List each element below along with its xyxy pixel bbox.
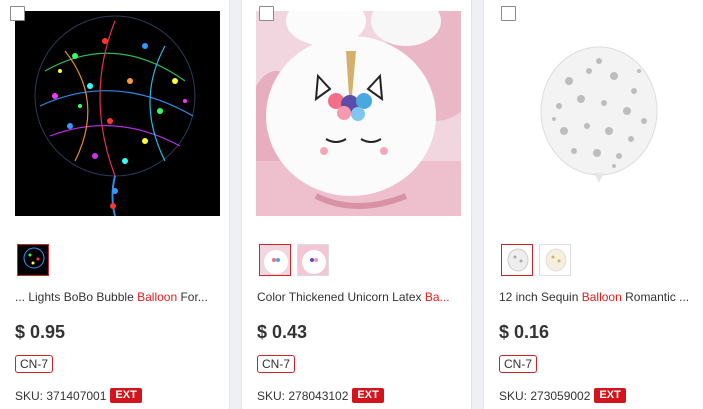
product-price: $ 0.16 [499, 322, 550, 342]
swatch-thumbnail[interactable] [297, 244, 329, 276]
select-checkbox[interactable] [259, 6, 274, 21]
product-price: $ 0.95 [15, 322, 66, 342]
select-checkbox[interactable] [501, 6, 516, 21]
color-swatches [17, 244, 49, 276]
swatch-thumbnail[interactable] [539, 244, 571, 276]
product-image[interactable] [256, 11, 461, 216]
ext-badge[interactable]: EXT [352, 388, 384, 403]
product-card[interactable]: 12 inch Sequin Balloon Romantic ... $ 0.… [483, 0, 703, 409]
product-title[interactable]: ... Lights BoBo Bubble Balloon For... [15, 290, 223, 305]
sku-row: SKU: 273059002 EXT [499, 388, 626, 403]
product-card[interactable]: ... Lights BoBo Bubble Balloon For... $ … [0, 0, 230, 409]
product-grid: ... Lights BoBo Bubble Balloon For... $ … [0, 0, 703, 409]
warehouse-badge: CN-7 [15, 355, 54, 373]
product-image[interactable] [15, 11, 220, 216]
product-image[interactable] [499, 11, 703, 216]
product-price: $ 0.43 [257, 322, 308, 342]
sku-text: SKU: 371407001 [15, 388, 107, 403]
ext-badge[interactable]: EXT [594, 388, 626, 403]
sku-text: SKU: 278043102 [257, 388, 349, 403]
sku-row: SKU: 278043102 EXT [257, 388, 384, 403]
product-title[interactable]: Color Thickened Unicorn Latex Ba... [257, 290, 465, 305]
color-swatches [501, 244, 571, 276]
swatch-thumbnail[interactable] [501, 244, 533, 276]
select-checkbox[interactable] [10, 6, 25, 21]
product-card[interactable]: Color Thickened Unicorn Latex Ba... $ 0.… [241, 0, 472, 409]
color-swatches [259, 244, 329, 276]
ext-badge[interactable]: EXT [110, 388, 142, 403]
product-title[interactable]: 12 inch Sequin Balloon Romantic ... [499, 290, 703, 305]
swatch-thumbnail[interactable] [259, 244, 291, 276]
warehouse-badge: CN-7 [257, 355, 296, 373]
warehouse-badge: CN-7 [499, 355, 538, 373]
swatch-thumbnail[interactable] [17, 244, 49, 276]
sku-text: SKU: 273059002 [499, 388, 591, 403]
sku-row: SKU: 371407001 EXT [15, 388, 142, 403]
